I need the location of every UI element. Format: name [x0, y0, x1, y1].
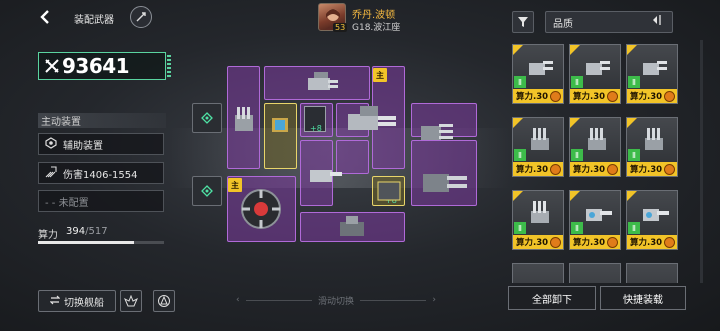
inventory-card[interactable]: Ⅱ 算力.30	[569, 44, 621, 104]
switch-ship-label: 切换舰船	[64, 297, 104, 309]
compute-label: 算力	[38, 230, 58, 241]
gear-icon	[664, 237, 675, 248]
stat-row-label: 伤害1406-1554	[63, 169, 138, 181]
inventory-scrollbar[interactable]	[700, 40, 703, 283]
turret-icon	[308, 72, 338, 90]
stat-row-device[interactable]: 辅助装置	[38, 133, 164, 155]
quick-equip-button[interactable]: 快捷装载	[600, 286, 686, 310]
turret-icon	[235, 107, 253, 131]
missile-icon	[588, 128, 606, 150]
sort-label: 品质	[553, 19, 573, 30]
switch-icon	[49, 295, 61, 308]
bonus-label: +8	[310, 124, 322, 133]
tier-badge: Ⅱ	[514, 222, 526, 234]
side-slot-bottom[interactable]	[192, 176, 222, 206]
stat-row-damage[interactable]: 伤害1406-1554	[38, 162, 164, 184]
formation-icon[interactable]	[153, 290, 175, 312]
turret-icon	[310, 170, 342, 182]
tier-badge: Ⅱ	[514, 76, 526, 88]
compute-progress-fill	[38, 241, 134, 244]
gear-icon	[607, 237, 618, 248]
stat-row-empty[interactable]: - - 未配置	[38, 190, 164, 212]
compute-value: 394/517	[66, 226, 108, 237]
inventory-card[interactable]: Ⅱ 算力.30	[626, 44, 678, 104]
tier-badge: Ⅱ	[628, 149, 640, 161]
cannon-icon	[643, 209, 669, 221]
tier-badge: Ⅱ	[571, 222, 583, 234]
inventory-card[interactable]: Ⅱ 算力.30	[569, 117, 621, 177]
gear-icon	[664, 164, 675, 175]
missile-icon	[531, 128, 549, 150]
inventory-card[interactable]	[569, 263, 621, 283]
compute-current: 394	[66, 226, 86, 237]
inventory-card[interactable]: Ⅱ 算力.30	[626, 190, 678, 250]
inventory-panel: Ⅱ 算力.30 Ⅱ 算力.30 Ⅱ 算力.30 Ⅱ 算力.30 Ⅱ 算力.30 …	[508, 40, 698, 283]
inventory-card[interactable]: Ⅱ 算力.30	[512, 190, 564, 250]
main-weapon-tag: 主	[373, 68, 387, 82]
turret-icon	[643, 61, 667, 75]
stat-row-label: 辅助装置	[63, 140, 103, 152]
gear-icon	[550, 164, 561, 175]
chevron-right-icon[interactable]: ›	[432, 295, 436, 305]
inventory-card[interactable]: Ⅱ 算力.30	[512, 44, 564, 104]
turret-icon	[348, 106, 396, 130]
side-slot-top[interactable]	[192, 103, 222, 133]
inventory-card[interactable]: Ⅱ 算力.30	[569, 190, 621, 250]
swap-weapon-icon[interactable]	[130, 6, 152, 28]
missile-icon	[645, 128, 663, 150]
slide-hint: ‹ 滑动切换 ›	[236, 292, 436, 308]
damage-icon	[45, 165, 57, 181]
power-icon	[44, 58, 60, 77]
inventory-card[interactable]	[626, 263, 678, 283]
captain-name: 乔丹.波顿	[352, 10, 396, 21]
turret-icon	[586, 61, 610, 75]
cannon-icon	[586, 209, 612, 221]
gear-icon	[550, 91, 561, 102]
tier-badge: Ⅱ	[628, 222, 640, 234]
turret-icon	[340, 216, 364, 236]
page-title: 装配武器	[74, 15, 114, 26]
missile-icon	[531, 201, 549, 223]
sort-icon[interactable]	[652, 14, 666, 29]
tier-badge: Ⅱ	[571, 149, 583, 161]
ship-icon[interactable]	[120, 290, 142, 312]
gear-icon	[550, 237, 561, 248]
compute-progress-bar	[38, 241, 164, 244]
inventory-card[interactable]	[512, 263, 564, 283]
gear-icon	[664, 91, 675, 102]
inventory-card[interactable]: Ⅱ 算力.30	[512, 117, 564, 177]
turret-icon	[423, 174, 467, 192]
back-arrow-icon[interactable]	[38, 9, 54, 25]
gear-icon	[607, 164, 618, 175]
switch-ship-button[interactable]: 切换舰船	[38, 290, 116, 312]
chevron-left-icon[interactable]: ‹	[236, 295, 240, 305]
module-icon	[377, 181, 401, 201]
tier-badge: Ⅱ	[514, 149, 526, 161]
captain-level: 53	[333, 23, 348, 32]
unequip-all-button[interactable]: 全部卸下	[508, 286, 596, 310]
chip-icon	[45, 136, 57, 152]
stat-row-label: - - 未配置	[45, 197, 89, 209]
compute-max: /517	[85, 226, 108, 237]
gear-icon	[607, 91, 618, 102]
combat-power-value: 93641	[62, 54, 130, 78]
tier-badge: Ⅱ	[571, 76, 583, 88]
turret-icon	[529, 61, 553, 75]
ship-name: G18.波江座	[352, 23, 401, 33]
turret-icon	[421, 124, 453, 140]
section-label: 主动装置	[38, 113, 166, 128]
cannon-icon	[272, 118, 288, 132]
tier-badge: Ⅱ	[628, 76, 640, 88]
inventory-card[interactable]: Ⅱ 算力.30	[626, 117, 678, 177]
slide-hint-label: 滑动切换	[318, 296, 355, 307]
reactor-icon	[241, 189, 281, 229]
filter-icon[interactable]	[512, 11, 534, 33]
